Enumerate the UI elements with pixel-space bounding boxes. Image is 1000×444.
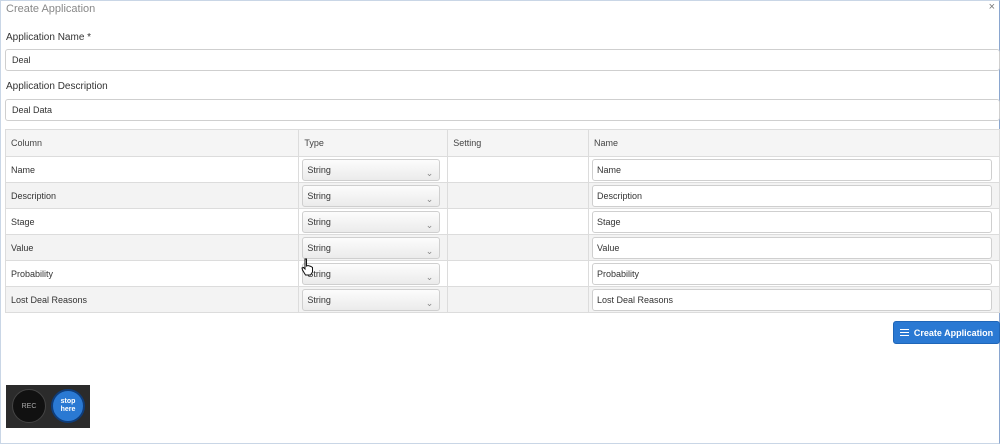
name-input[interactable] — [592, 210, 992, 233]
column-cell: Probability — [4, 260, 300, 287]
table-header-row: Column Type Setting Name — [4, 129, 1000, 157]
type-select-value: String — [307, 294, 331, 305]
name-input[interactable] — [592, 288, 992, 311]
rec-button[interactable]: REC — [12, 389, 46, 423]
screen-recorder-widget: REC stop here — [6, 385, 90, 428]
application-description-input[interactable] — [5, 99, 1000, 121]
create-application-dialog: Create Application × Application Name * … — [0, 0, 1000, 444]
table-row: Description String ⌄ — [4, 182, 1000, 209]
table-row: Name String ⌄ — [4, 156, 1000, 183]
setting-cell — [447, 234, 589, 261]
setting-cell — [447, 156, 589, 183]
stop-label-line-2: here — [60, 406, 76, 413]
column-cell: Stage — [4, 208, 300, 235]
chevron-down-icon: ⌄ — [425, 297, 434, 308]
type-select-value: String — [307, 216, 331, 227]
name-input[interactable] — [592, 236, 992, 259]
hand-cursor-icon — [301, 258, 313, 276]
column-header-type: Type — [298, 129, 449, 157]
application-name-input[interactable] — [5, 49, 1000, 71]
setting-cell — [447, 286, 589, 313]
type-select[interactable]: String ⌄ — [302, 210, 441, 233]
create-application-label: Create Application — [913, 327, 994, 338]
name-input[interactable] — [592, 262, 992, 285]
stop-recording-button[interactable]: stop here — [51, 389, 85, 423]
table-row: Probability String ⌄ — [4, 260, 1000, 287]
type-select[interactable]: String ⌄ — [302, 262, 441, 285]
column-header-setting: Setting — [447, 129, 589, 157]
column-cell: Description — [4, 182, 300, 209]
application-name-label: Application Name * — [6, 32, 92, 43]
dialog-title: Create Application — [6, 3, 96, 15]
close-icon[interactable]: × — [989, 1, 995, 13]
type-select-value: String — [307, 190, 331, 201]
chevron-down-icon: ⌄ — [425, 245, 434, 256]
chevron-down-icon: ⌄ — [425, 193, 434, 204]
type-select[interactable]: String ⌄ — [302, 288, 441, 311]
create-application-button[interactable]: Create Application — [893, 321, 1000, 344]
table-row: Stage String ⌄ — [4, 208, 1000, 235]
list-icon — [899, 327, 909, 338]
type-select[interactable]: String ⌄ — [302, 236, 441, 259]
columns-table: Column Type Setting Name Name String ⌄ De… — [4, 129, 1000, 313]
name-input[interactable] — [592, 184, 992, 207]
application-description-label: Application Description — [6, 81, 108, 92]
type-select[interactable]: String ⌄ — [302, 158, 441, 181]
stop-label-line-1: stop — [60, 398, 76, 405]
chevron-down-icon: ⌄ — [425, 219, 434, 230]
column-cell: Value — [4, 234, 300, 261]
setting-cell — [447, 182, 589, 209]
table-row: Value String ⌄ — [4, 234, 1000, 261]
chevron-down-icon: ⌄ — [425, 167, 434, 178]
table-row: Lost Deal Reasons String ⌄ — [4, 286, 1000, 313]
type-select-value: String — [307, 164, 331, 175]
type-select-value: String — [307, 242, 331, 253]
setting-cell — [447, 208, 589, 235]
column-header-name: Name — [588, 129, 1000, 157]
name-input[interactable] — [592, 158, 992, 181]
type-select[interactable]: String ⌄ — [302, 184, 441, 207]
column-header-column: Column — [4, 129, 300, 157]
chevron-down-icon: ⌄ — [425, 271, 434, 282]
column-cell: Name — [4, 156, 300, 183]
column-cell: Lost Deal Reasons — [4, 286, 300, 313]
setting-cell — [447, 260, 589, 287]
